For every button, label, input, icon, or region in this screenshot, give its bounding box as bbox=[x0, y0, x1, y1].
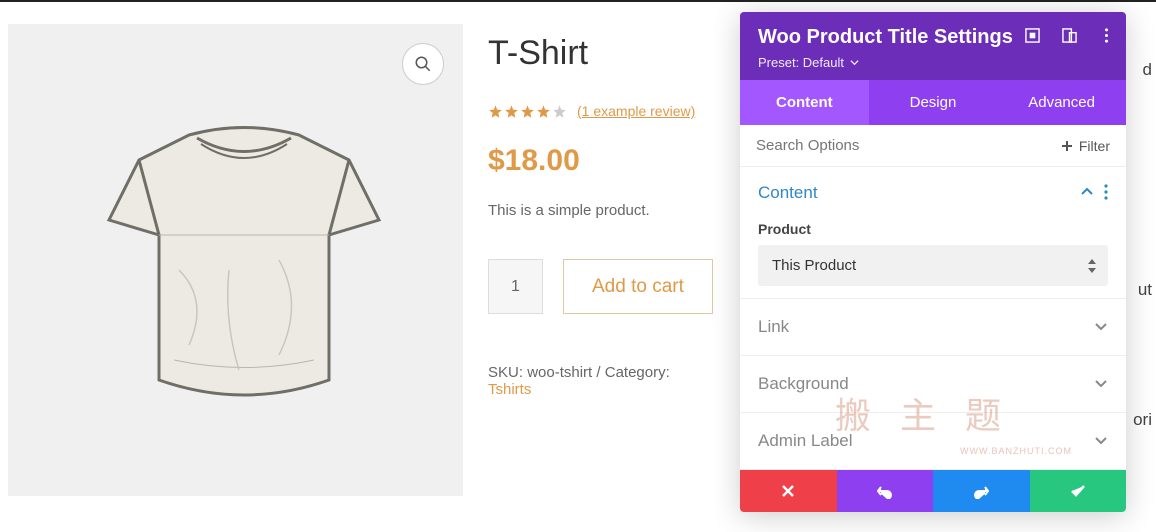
add-to-cart-button[interactable]: Add to cart bbox=[563, 259, 713, 314]
category-label: Category: bbox=[605, 364, 670, 381]
search-input[interactable] bbox=[756, 137, 1061, 154]
section-admin-title: Admin Label bbox=[758, 431, 853, 451]
section-background-header[interactable]: Background bbox=[758, 374, 1108, 394]
chevron-down-icon bbox=[1094, 433, 1108, 450]
product-area: T-Shirt (1 example review) $18.00 This i… bbox=[8, 24, 716, 496]
add-to-cart-row: Add to cart bbox=[488, 259, 716, 314]
product-title: T-Shirt bbox=[488, 34, 716, 73]
tab-design[interactable]: Design bbox=[869, 80, 998, 125]
section-more-icon[interactable] bbox=[1104, 184, 1108, 203]
rating-row: (1 example review) bbox=[488, 103, 716, 119]
sort-icon bbox=[1088, 259, 1096, 273]
obscured-text: ut bbox=[1138, 280, 1152, 300]
search-row: Filter bbox=[740, 125, 1126, 167]
preset-selector[interactable]: Preset: Default bbox=[758, 55, 1108, 70]
obscured-text: ori bbox=[1133, 410, 1152, 430]
quantity-input[interactable] bbox=[488, 259, 543, 314]
section-admin-label: Admin Label bbox=[740, 413, 1126, 470]
save-button[interactable] bbox=[1030, 470, 1127, 512]
section-link-title: Link bbox=[758, 317, 789, 337]
product-price: $18.00 bbox=[488, 144, 716, 178]
close-icon bbox=[780, 483, 796, 499]
product-image bbox=[79, 120, 409, 420]
section-link: Link bbox=[740, 299, 1126, 356]
redo-button[interactable] bbox=[933, 470, 1030, 512]
tab-content[interactable]: Content bbox=[740, 80, 869, 125]
section-content: Content Product This Product bbox=[740, 167, 1126, 299]
caret-down-icon bbox=[850, 58, 859, 67]
filter-button[interactable]: Filter bbox=[1061, 138, 1110, 154]
panel-footer bbox=[740, 470, 1126, 512]
section-content-header[interactable]: Content bbox=[758, 183, 1108, 203]
panel-header[interactable]: Woo Product Title Settings Preset: Defau… bbox=[740, 12, 1126, 80]
undo-button[interactable] bbox=[837, 470, 934, 512]
product-select[interactable]: This Product bbox=[758, 245, 1108, 286]
category-link[interactable]: Tshirts bbox=[488, 381, 531, 398]
review-link[interactable]: (1 example review) bbox=[577, 103, 695, 119]
section-link-header[interactable]: Link bbox=[758, 317, 1108, 337]
settings-panel: Woo Product Title Settings Preset: Defau… bbox=[740, 12, 1126, 512]
chevron-down-icon bbox=[1094, 319, 1108, 336]
chevron-down-icon bbox=[1094, 376, 1108, 393]
sku-value: woo-tshirt bbox=[527, 364, 592, 381]
section-admin-header[interactable]: Admin Label bbox=[758, 431, 1108, 451]
sku-label: SKU: bbox=[488, 364, 523, 381]
short-description: This is a simple product. bbox=[488, 202, 716, 219]
product-meta: SKU: woo-tshirt / Category: Tshirts bbox=[488, 364, 716, 398]
chevron-up-icon bbox=[1080, 185, 1094, 202]
section-content-title: Content bbox=[758, 183, 818, 203]
section-background: Background bbox=[740, 356, 1126, 413]
product-summary: T-Shirt (1 example review) $18.00 This i… bbox=[488, 24, 716, 496]
star-rating bbox=[488, 104, 567, 119]
tab-advanced[interactable]: Advanced bbox=[997, 80, 1126, 125]
check-icon bbox=[1070, 483, 1086, 499]
undo-icon bbox=[877, 483, 893, 499]
section-background-title: Background bbox=[758, 374, 849, 394]
filter-label: Filter bbox=[1079, 138, 1110, 154]
obscured-text: d bbox=[1143, 60, 1152, 80]
expand-icon[interactable] bbox=[1025, 28, 1040, 43]
product-gallery[interactable] bbox=[8, 24, 463, 496]
redo-icon bbox=[973, 483, 989, 499]
product-field-label: Product bbox=[758, 221, 1108, 237]
panel-tabs: Content Design Advanced bbox=[740, 80, 1126, 125]
more-icon[interactable] bbox=[1099, 28, 1114, 43]
close-button[interactable] bbox=[740, 470, 837, 512]
zoom-button[interactable] bbox=[402, 43, 444, 85]
preset-label: Preset: Default bbox=[758, 55, 844, 70]
product-select-input[interactable]: This Product bbox=[758, 245, 1108, 286]
magnifier-icon bbox=[414, 55, 432, 73]
plus-icon bbox=[1061, 140, 1073, 152]
responsive-icon[interactable] bbox=[1062, 28, 1077, 43]
